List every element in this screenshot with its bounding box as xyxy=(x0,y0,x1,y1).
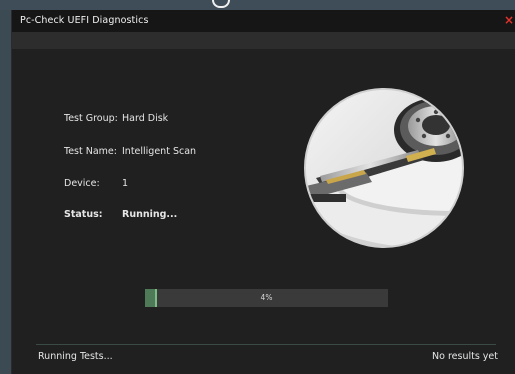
hard-disk-image xyxy=(304,88,464,248)
footer-results-text: No results yet xyxy=(432,351,498,362)
status-label: Status: xyxy=(64,209,103,220)
status-value: Running... xyxy=(122,209,178,220)
progress-percent: 4% xyxy=(260,293,273,302)
window-title: Pc-Check UEFI Diagnostics xyxy=(20,15,149,26)
test-name-label: Test Name: xyxy=(64,146,117,157)
device-value: 1 xyxy=(122,178,129,189)
footer-divider xyxy=(36,344,496,345)
desktop-background xyxy=(0,0,515,10)
toolbar-strip xyxy=(12,32,515,49)
test-group-label: Test Group: xyxy=(64,113,118,124)
title-bar[interactable]: Pc-Check UEFI Diagnostics × xyxy=(12,10,515,32)
footer-status-text: Running Tests... xyxy=(38,351,113,362)
diagnostics-window: Pc-Check UEFI Diagnostics × Test Group: … xyxy=(11,10,515,374)
desktop-text-fragment xyxy=(212,0,230,8)
close-icon[interactable]: × xyxy=(504,13,514,27)
progress-bar: 4% xyxy=(145,289,388,307)
test-name-value: Intelligent Scan xyxy=(122,146,197,157)
test-group-value: Hard Disk xyxy=(122,113,169,124)
hard-disk-icon xyxy=(306,90,462,246)
device-label: Device: xyxy=(64,178,100,189)
